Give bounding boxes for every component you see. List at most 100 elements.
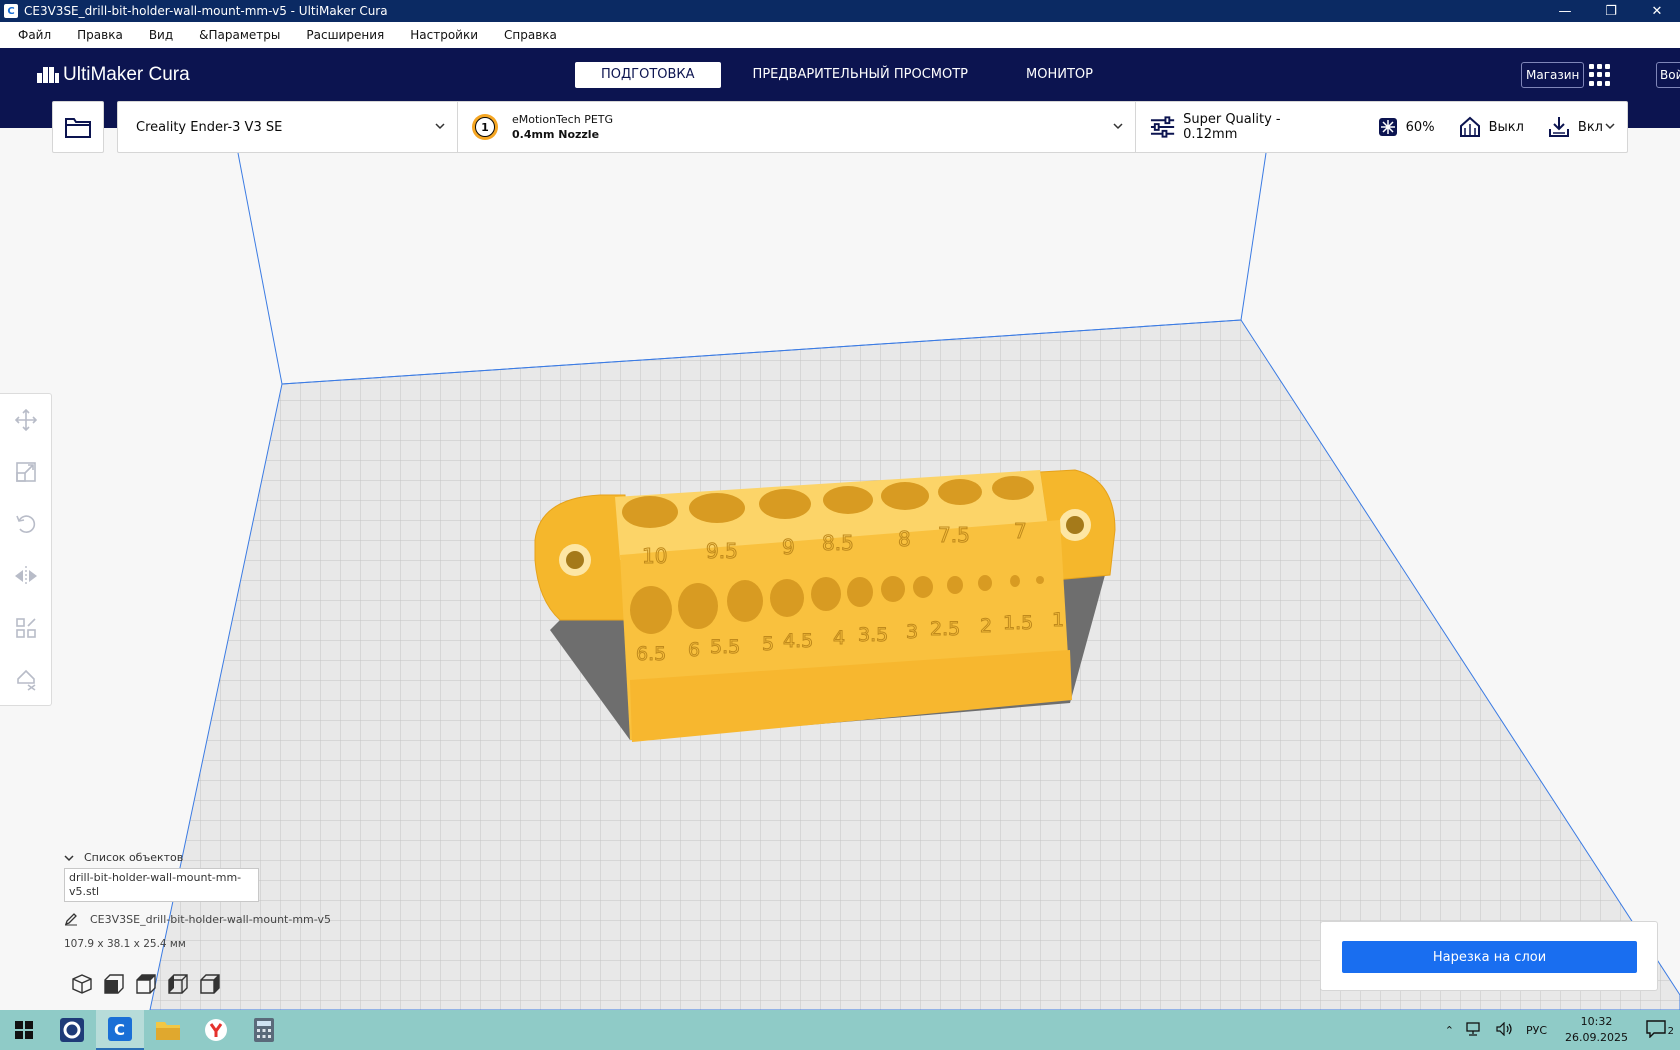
cura-app-icon: C: [4, 4, 18, 18]
print-settings-selector[interactable]: Super Quality - 0.12mm 60% Выкл Вкл: [1136, 101, 1627, 153]
folder-icon: [156, 1022, 180, 1040]
volume-icon[interactable]: [1490, 1021, 1520, 1039]
adhesion-value: Вкл: [1577, 119, 1603, 135]
view-orientation-buttons: [66, 972, 226, 996]
object-list-title: Список объектов: [84, 851, 184, 864]
printer-selector[interactable]: Creality Ender-3 V3 SE: [118, 101, 458, 153]
front-label: 1.5: [1003, 612, 1033, 634]
notifications-icon[interactable]: 2: [1640, 1019, 1680, 1041]
object-list-item[interactable]: drill-bit-holder-wall-mount-mm-v5.stl: [64, 868, 259, 902]
taskbar-app-calculator[interactable]: [240, 1010, 288, 1050]
menu-settings[interactable]: &Параметры: [186, 22, 293, 48]
taskbar-app-cura-alt[interactable]: [48, 1010, 96, 1050]
svg-text:C: C: [114, 1021, 125, 1039]
taskbar-app-explorer[interactable]: [144, 1010, 192, 1050]
cube-3d-icon: [72, 974, 92, 994]
minimize-button[interactable]: —: [1542, 0, 1588, 22]
view-right-button[interactable]: [194, 972, 226, 996]
top-label: 8: [898, 527, 911, 551]
per-model-settings-tool[interactable]: [0, 602, 52, 654]
taskbar-app-cura[interactable]: C: [96, 1010, 144, 1050]
restore-button[interactable]: ❐: [1588, 0, 1634, 22]
menu-bar: Файл Правка Вид &Параметры Расширения На…: [0, 22, 1680, 48]
menu-edit[interactable]: Правка: [64, 22, 136, 48]
infill-value: 60%: [1405, 119, 1435, 135]
support-item: Выкл: [1459, 116, 1524, 138]
profile-item: Super Quality - 0.12mm: [1150, 112, 1334, 142]
pencil-icon: [64, 913, 77, 926]
rotate-icon: [16, 515, 36, 533]
mirror-icon: [15, 566, 37, 586]
rotate-tool[interactable]: [0, 498, 52, 550]
front-label: 5: [762, 633, 774, 655]
window-title: CE3V3SE_drill-bit-holder-wall-mount-mm-v…: [24, 4, 388, 18]
chevron-down-icon: [435, 123, 445, 130]
front-label: 6: [688, 639, 700, 661]
menu-file[interactable]: Файл: [5, 22, 64, 48]
front-label: 2.5: [930, 618, 960, 640]
tool-panel: [0, 393, 52, 706]
front-label: 4.5: [783, 630, 813, 652]
close-button[interactable]: ✕: [1634, 0, 1680, 22]
infill-item: 60%: [1378, 117, 1435, 137]
tab-preview[interactable]: ПРЕДВАРИТЕЛЬНЫЙ ПРОСМОТР: [727, 62, 994, 88]
marketplace-button[interactable]: Магазин: [1521, 62, 1585, 88]
chevron-down-icon: [1605, 123, 1615, 130]
slice-button[interactable]: Нарезка на слои: [1342, 941, 1637, 973]
menu-preferences[interactable]: Настройки: [397, 22, 491, 48]
support-blocker-tool[interactable]: [0, 654, 52, 706]
input-language[interactable]: РУС: [1520, 1024, 1553, 1037]
cube-front-icon: [104, 974, 124, 994]
infill-icon: [1378, 118, 1397, 136]
start-button[interactable]: [0, 1010, 48, 1050]
scale-icon: [16, 462, 36, 482]
signin-button[interactable]: Войти: [1656, 62, 1680, 88]
cube-left-icon: [168, 974, 188, 994]
taskbar-app-yandex[interactable]: [192, 1010, 240, 1050]
support-value: Выкл: [1488, 119, 1524, 135]
top-label: 9.5: [706, 539, 738, 563]
folder-icon: [65, 118, 91, 138]
open-file-button[interactable]: [52, 101, 104, 153]
front-label: 6.5: [636, 643, 666, 665]
view-3d-button[interactable]: [66, 972, 98, 996]
adhesion-icon: [1548, 117, 1569, 137]
menu-help[interactable]: Справка: [491, 22, 570, 48]
view-top-button[interactable]: [130, 972, 162, 996]
windows-taskbar: C ⌃ РУС 10:32 26.09.2025 2: [0, 1010, 1680, 1050]
tab-prepare[interactable]: ПОДГОТОВКА: [575, 62, 721, 88]
print-setup-toolbar: Creality Ender-3 V3 SE 1 eMotionTech PET…: [117, 101, 1628, 153]
support-blocker-icon: [17, 669, 36, 691]
tab-monitor[interactable]: МОНИТОР: [1000, 62, 1119, 88]
extruder-badge: 1: [472, 114, 498, 140]
menu-extensions[interactable]: Расширения: [293, 22, 397, 48]
printer-name: Creality Ender-3 V3 SE: [136, 119, 283, 135]
nozzle-size: 0.4mm Nozzle: [512, 128, 600, 141]
view-left-button[interactable]: [162, 972, 194, 996]
clock[interactable]: 10:32 26.09.2025: [1553, 1014, 1640, 1046]
material-name: eMotionTech PETG: [512, 113, 614, 126]
front-label: 4: [833, 627, 845, 649]
apps-grid-icon[interactable]: [1589, 64, 1611, 86]
front-label: 3: [906, 621, 918, 643]
system-tray: ⌃ РУС 10:32 26.09.2025 2: [1439, 1010, 1680, 1050]
view-front-button[interactable]: [98, 972, 130, 996]
yandex-browser-icon: [205, 1019, 227, 1041]
logo: UltiMaker Cura: [37, 64, 190, 86]
front-label: 2: [980, 615, 992, 637]
move-icon: [15, 409, 37, 431]
chevron-down-icon: [1113, 123, 1123, 130]
front-label: 5.5: [710, 636, 740, 658]
object-list: Список объектов drill-bit-holder-wall-mo…: [64, 851, 331, 950]
per-model-settings-icon: [16, 618, 36, 638]
scale-tool[interactable]: [0, 446, 52, 498]
job-name-row[interactable]: CE3V3SE_drill-bit-holder-wall-mount-mm-v…: [64, 912, 331, 926]
network-icon[interactable]: [1460, 1021, 1490, 1039]
mirror-tool[interactable]: [0, 550, 52, 602]
object-list-header[interactable]: Список объектов: [64, 851, 331, 864]
tray-expand-icon[interactable]: ⌃: [1439, 1024, 1460, 1037]
menu-view[interactable]: Вид: [136, 22, 186, 48]
move-tool[interactable]: [0, 394, 52, 446]
cube-top-icon: [136, 974, 156, 994]
material-selector[interactable]: 1 eMotionTech PETG 0.4mm Nozzle: [458, 101, 1136, 153]
